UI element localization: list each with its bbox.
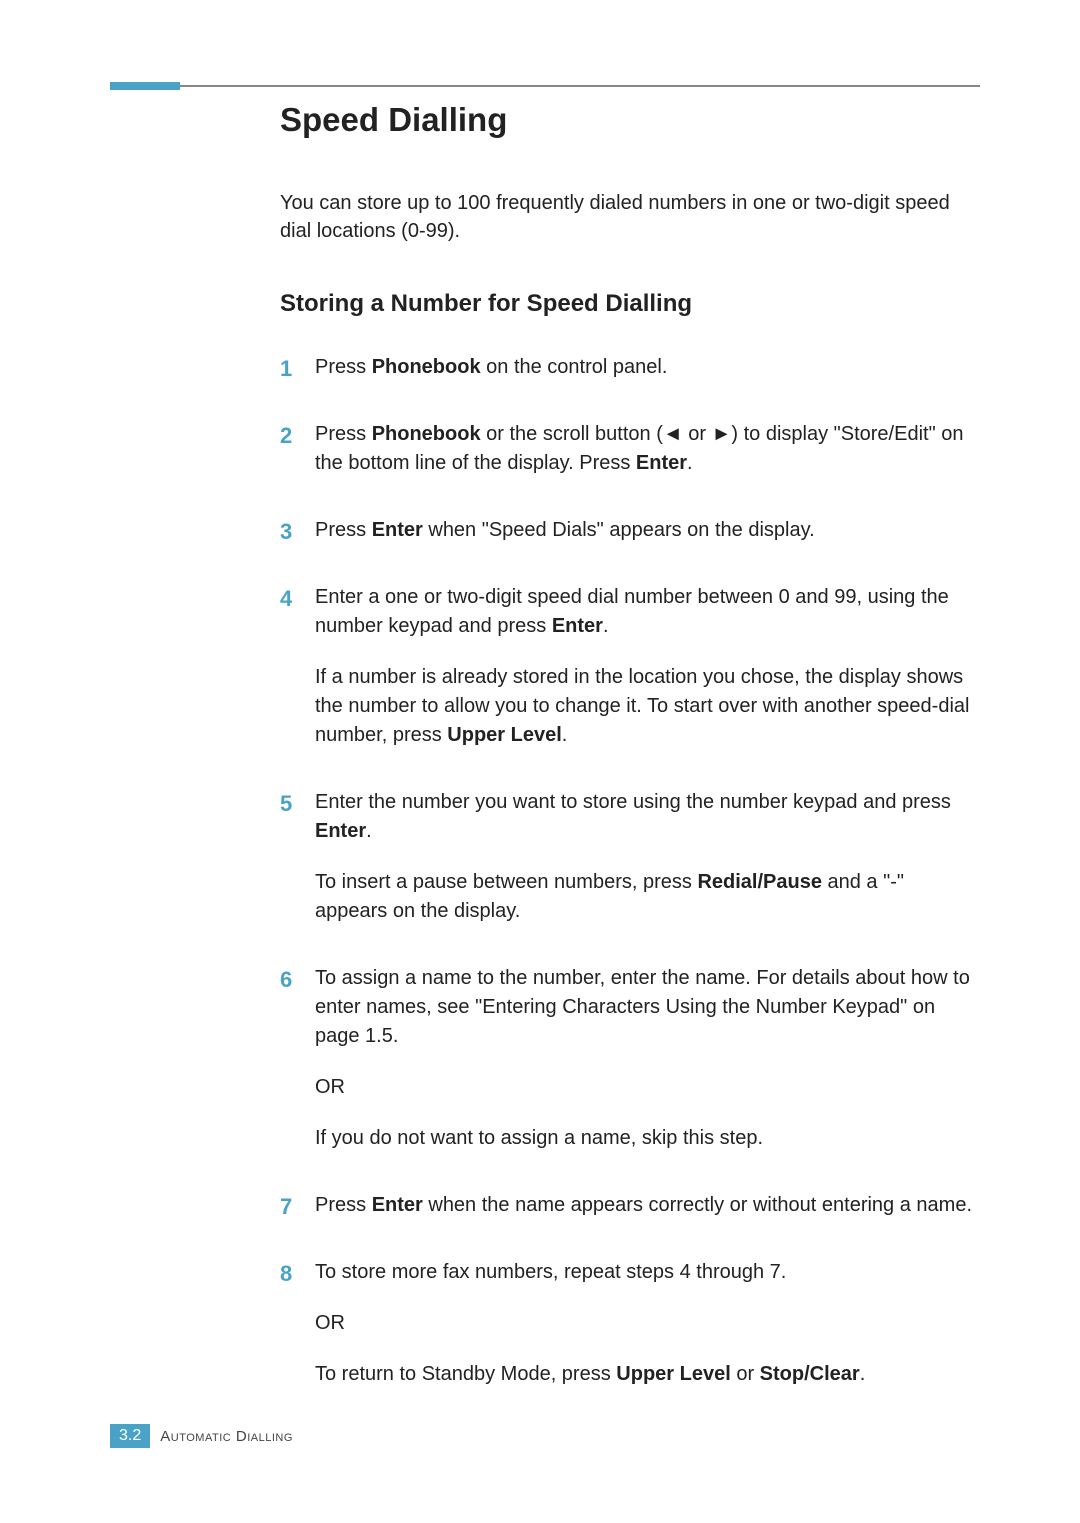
text: .: [603, 615, 609, 637]
step-3: 3 Press Enter when "Speed Dials" appears…: [280, 516, 980, 545]
step-text: If a number is already stored in the loc…: [315, 663, 980, 750]
key-enter: Enter: [315, 820, 366, 842]
step-number: 7: [280, 1191, 292, 1223]
step-number: 8: [280, 1258, 292, 1290]
or-divider: OR: [315, 1073, 980, 1102]
text: or the scroll button (: [481, 423, 663, 445]
step-number: 1: [280, 353, 292, 385]
page-number: 2: [132, 1427, 141, 1444]
step-number: 4: [280, 583, 292, 615]
header-accent: [110, 82, 180, 90]
intro-paragraph: You can store up to 100 frequently diale…: [280, 189, 980, 245]
step-6: 6 To assign a name to the number, enter …: [280, 964, 980, 1153]
text: .: [860, 1363, 866, 1385]
footer-section-name: Automatic Dialling: [160, 1428, 293, 1445]
text: Enter a one or two-digit speed dial numb…: [315, 586, 949, 637]
text: .: [366, 820, 372, 842]
step-text: Enter a one or two-digit speed dial numb…: [315, 583, 980, 641]
step-text: To store more fax numbers, repeat steps …: [315, 1258, 980, 1287]
step-text: Press Phonebook or the scroll button (◄ …: [315, 420, 980, 478]
key-redial-pause: Redial/Pause: [697, 871, 822, 893]
page-number-badge: 3.2: [110, 1424, 150, 1448]
key-phonebook: Phonebook: [372, 423, 481, 445]
section-heading: Storing a Number for Speed Dialling: [280, 290, 980, 318]
right-arrow-icon: ►: [712, 423, 732, 445]
page-container: Speed Dialling You can store up to 100 f…: [0, 0, 1080, 1523]
text: To return to Standby Mode, press: [315, 1363, 616, 1385]
text: when "Speed Dials" appears on the displa…: [423, 519, 815, 541]
step-list: 1 Press Phonebook on the control panel. …: [280, 353, 980, 1389]
step-1: 1 Press Phonebook on the control panel.: [280, 353, 980, 382]
key-enter: Enter: [372, 1194, 423, 1216]
step-8: 8 To store more fax numbers, repeat step…: [280, 1258, 980, 1389]
step-text: If you do not want to assign a name, ski…: [315, 1124, 980, 1153]
step-text: To insert a pause between numbers, press…: [315, 868, 980, 926]
text: or: [683, 423, 712, 445]
step-text: To return to Standby Mode, press Upper L…: [315, 1360, 980, 1389]
content-column: Speed Dialling You can store up to 100 f…: [280, 101, 980, 1389]
page-footer: 3.2 Automatic Dialling: [110, 1424, 293, 1448]
key-enter: Enter: [552, 615, 603, 637]
step-number: 3: [280, 516, 292, 548]
key-enter: Enter: [636, 452, 687, 474]
step-7: 7 Press Enter when the name appears corr…: [280, 1191, 980, 1220]
step-2: 2 Press Phonebook or the scroll button (…: [280, 420, 980, 478]
text: or: [731, 1363, 760, 1385]
step-text: Press Enter when the name appears correc…: [315, 1191, 980, 1220]
text: when the name appears correctly or witho…: [423, 1194, 972, 1216]
key-phonebook: Phonebook: [372, 356, 481, 378]
text: If a number is already stored in the loc…: [315, 666, 969, 746]
step-number: 5: [280, 788, 292, 820]
step-text: To assign a name to the number, enter th…: [315, 964, 980, 1051]
text: Press: [315, 519, 372, 541]
text: on the control panel.: [481, 356, 668, 378]
or-divider: OR: [315, 1309, 980, 1338]
text: Enter the number you want to store using…: [315, 791, 951, 813]
step-text: Enter the number you want to store using…: [315, 788, 980, 846]
step-number: 2: [280, 420, 292, 452]
text: Press: [315, 356, 372, 378]
step-number: 6: [280, 964, 292, 996]
text: Press: [315, 1194, 372, 1216]
step-text: Press Enter when "Speed Dials" appears o…: [315, 516, 980, 545]
step-4: 4 Enter a one or two-digit speed dial nu…: [280, 583, 980, 750]
left-arrow-icon: ◄: [663, 423, 683, 445]
key-stop-clear: Stop/Clear: [760, 1363, 860, 1385]
step-5: 5 Enter the number you want to store usi…: [280, 788, 980, 926]
header-rule: [110, 85, 980, 87]
text: .: [687, 452, 693, 474]
key-upper-level: Upper Level: [447, 724, 561, 746]
text: Press: [315, 423, 372, 445]
chapter-number: 3: [119, 1427, 128, 1444]
key-upper-level: Upper Level: [616, 1363, 730, 1385]
step-text: Press Phonebook on the control panel.: [315, 353, 980, 382]
page-title: Speed Dialling: [280, 101, 980, 139]
key-enter: Enter: [372, 519, 423, 541]
text: .: [562, 724, 568, 746]
text: To insert a pause between numbers, press: [315, 871, 697, 893]
